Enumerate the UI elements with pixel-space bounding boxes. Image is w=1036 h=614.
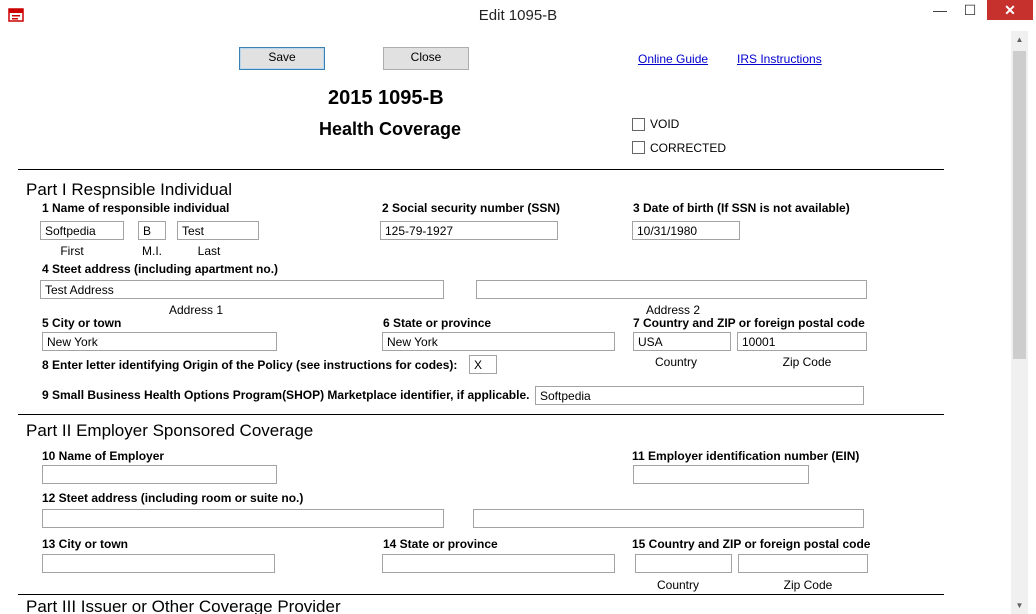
- employer-city-input[interactable]: [42, 554, 275, 573]
- label-4: 4 Steet address (including apartment no.…: [42, 262, 279, 276]
- zip-input[interactable]: [737, 332, 867, 351]
- origin-input[interactable]: [469, 355, 497, 374]
- first-caption: First: [60, 244, 84, 258]
- shop-input[interactable]: [535, 386, 864, 405]
- middle-initial-input[interactable]: [138, 221, 166, 240]
- first-name-input[interactable]: [40, 221, 124, 240]
- country-caption: Country: [654, 355, 698, 369]
- label-10: 10 Name of Employer: [42, 449, 165, 463]
- label-6: 6 State or province: [383, 316, 492, 330]
- irs-instructions-link[interactable]: IRS Instructions: [737, 52, 822, 66]
- label-15: 15 Country and ZIP or foreign postal cod…: [632, 537, 871, 551]
- zip-caption: Zip Code: [782, 355, 832, 369]
- employer-address2-input[interactable]: [473, 509, 864, 528]
- scroll-down-icon[interactable]: ▼: [1011, 597, 1028, 614]
- label-7: 7 Country and ZIP or foreign postal code: [633, 316, 865, 330]
- address2-input[interactable]: [476, 280, 867, 299]
- employer-country-input[interactable]: [635, 554, 732, 573]
- ssn-input[interactable]: [380, 221, 558, 240]
- scrollbar-thumb[interactable]: [1013, 51, 1026, 359]
- divider: [18, 594, 944, 595]
- state-input[interactable]: [382, 332, 615, 351]
- save-button[interactable]: Save: [239, 47, 325, 70]
- label-1: 1 Name of responsible individual: [42, 201, 230, 215]
- last-name-input[interactable]: [177, 221, 259, 240]
- divider: [18, 414, 944, 415]
- label-13: 13 City or town: [42, 537, 129, 551]
- form-content: Save Close Online Guide IRS Instructions…: [8, 31, 1011, 614]
- part1-heading: Part I Respnsible Individual: [26, 180, 233, 199]
- city-input[interactable]: [42, 332, 277, 351]
- form-title: 2015 1095-B: [328, 87, 444, 109]
- part3-heading: Part III Issuer or Other Coverage Provid…: [26, 597, 341, 614]
- divider: [18, 169, 944, 170]
- employer-zip-input[interactable]: [738, 554, 868, 573]
- minimize-button[interactable]: —: [925, 0, 955, 20]
- mi-caption: M.I.: [142, 244, 162, 258]
- title-bar: Edit 1095-B — ☐ ✕: [0, 0, 1036, 32]
- employer-name-input[interactable]: [42, 465, 277, 484]
- label-9: 9 Small Business Health Options Program(…: [42, 388, 530, 402]
- last-caption: Last: [197, 244, 221, 258]
- corrected-label: CORRECTED: [650, 141, 727, 155]
- corrected-checkbox[interactable]: [632, 141, 645, 154]
- void-checkbox[interactable]: [632, 118, 645, 131]
- employer-country-caption: Country: [656, 578, 700, 592]
- close-button[interactable]: Close: [383, 47, 469, 70]
- address1-input[interactable]: [40, 280, 444, 299]
- online-guide-link[interactable]: Online Guide: [638, 52, 708, 66]
- employer-address1-input[interactable]: [42, 509, 444, 528]
- window-title: Edit 1095-B: [478, 7, 558, 24]
- label-2: 2 Social security number (SSN): [382, 201, 561, 215]
- address2-caption: Address 2: [645, 303, 701, 317]
- window-border-left: [0, 31, 8, 614]
- part2-heading: Part II Employer Sponsored Coverage: [26, 421, 314, 440]
- label-3: 3 Date of birth (If SSN is not available…: [633, 201, 850, 215]
- ein-input[interactable]: [633, 465, 809, 484]
- maximize-button[interactable]: ☐: [955, 0, 985, 20]
- label-12: 12 Steet address (including room or suit…: [42, 491, 304, 505]
- scroll-up-icon[interactable]: ▲: [1011, 31, 1028, 48]
- label-14: 14 State or province: [383, 537, 498, 551]
- label-5: 5 City or town: [42, 316, 122, 330]
- close-window-button[interactable]: ✕: [987, 0, 1033, 20]
- vertical-scrollbar[interactable]: ▲ ▼: [1011, 31, 1028, 614]
- window-border-right: [1028, 31, 1036, 614]
- employer-zip-caption: Zip Code: [783, 578, 833, 592]
- label-11: 11 Employer identification number (EIN): [632, 449, 860, 463]
- form-subtitle: Health Coverage: [319, 119, 462, 139]
- employer-state-input[interactable]: [382, 554, 615, 573]
- label-8: 8 Enter letter identifying Origin of the…: [42, 358, 458, 372]
- address1-caption: Address 1: [168, 303, 224, 317]
- dob-input[interactable]: [632, 221, 740, 240]
- country-input[interactable]: [633, 332, 731, 351]
- void-label: VOID: [650, 117, 680, 131]
